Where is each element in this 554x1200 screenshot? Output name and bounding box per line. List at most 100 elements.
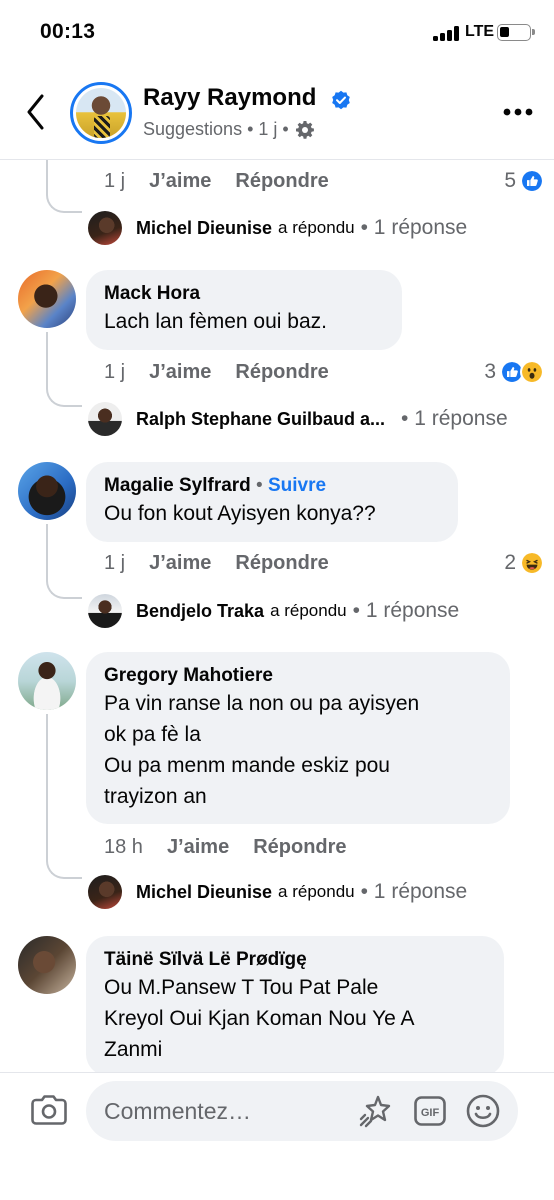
reply-preview[interactable]: Michel Dieunise a répondu • 1 réponse — [88, 210, 467, 246]
comment-header: Magalie Sylfrard • Suivre — [104, 474, 440, 498]
comments-feed[interactable]: 1 j J’aime Répondre 5 Michel Dieunise a … — [0, 160, 554, 1072]
name-separator: • — [250, 475, 268, 496]
gear-icon — [295, 120, 314, 139]
battery-icon — [497, 24, 535, 41]
reply-count: • 1 réponse — [401, 407, 508, 430]
comment-text-line: Kreyol Oui Kjan Koman Nou Ye A — [104, 1007, 415, 1030]
comment-item: Mack Hora Lach lan fèmen oui baz. 1 j J’… — [0, 270, 554, 440]
thread-connector — [46, 714, 82, 879]
comment-bubble[interactable]: Täinë Sïlvä Lë Prødïgę Ou M.Pansew T Tou… — [86, 936, 504, 1072]
reply-author: Michel Dieunise — [136, 217, 273, 238]
comment-text-line: ok pa fè la — [104, 723, 201, 746]
reply-count: • 1 réponse — [360, 880, 468, 903]
comment-time: 1 j — [104, 169, 126, 192]
reply-button[interactable]: Répondre — [235, 552, 328, 575]
reply-preview[interactable]: Bendjelo Traka a répondu • 1 réponse — [88, 593, 459, 629]
like-button[interactable]: J’aime — [149, 552, 211, 575]
thread-connector — [46, 160, 82, 213]
thread-connector — [46, 524, 82, 599]
post-subtitle: Suggestions • 1 j • — [143, 119, 315, 140]
reply-avatar — [88, 402, 122, 436]
network-label: LTE — [465, 23, 495, 40]
reply-action-text: a répondu — [278, 882, 355, 901]
comment-text: Ou fon kout Ayisyen konya?? — [104, 502, 376, 525]
comment-time: 1 j — [104, 360, 126, 383]
haha-reaction-icon — [520, 551, 544, 575]
commenter-name[interactable]: Magalie Sylfrard — [104, 475, 251, 496]
post-meta-text: Suggestions • 1 j • — [143, 119, 289, 139]
comment-text: Lach lan fèmen oui baz. — [104, 310, 327, 333]
reply-count: • 1 réponse — [360, 216, 468, 239]
reply-button[interactable]: Répondre — [235, 170, 328, 193]
wow-reaction-icon — [520, 360, 544, 384]
verified-badge-icon — [332, 90, 350, 110]
back-arrow-icon[interactable] — [24, 92, 48, 132]
reaction-summary[interactable]: 5 — [504, 166, 544, 196]
svg-text:GIF: GIF — [421, 1107, 440, 1119]
reaction-count: 5 — [504, 169, 516, 192]
reaction-summary[interactable]: 2 — [504, 548, 544, 578]
comment-composer: Commentez… GIF — [0, 1072, 554, 1200]
reply-button[interactable]: Répondre — [235, 361, 328, 384]
like-button[interactable]: J’aime — [149, 170, 211, 193]
comment-input[interactable]: Commentez… GIF — [86, 1081, 518, 1141]
comment-item: Täinë Sïlvä Lë Prødïgę Ou M.Pansew T Tou… — [0, 936, 554, 1072]
reply-preview[interactable]: Ralph Stephane Guilbaud a... • 1 réponse — [88, 401, 508, 437]
reply-avatar — [88, 594, 122, 628]
comment-bubble[interactable]: Mack Hora Lach lan fèmen oui baz. — [86, 270, 402, 350]
reaction-count: 3 — [484, 360, 496, 383]
comment-actions: 1 j J’aime Répondre — [104, 548, 329, 578]
emoji-icon[interactable] — [466, 1094, 500, 1128]
status-time: 00:13 — [40, 20, 96, 43]
reply-action-text: a répondu — [278, 218, 355, 237]
reply-preview[interactable]: Michel Dieunise a répondu • 1 réponse — [88, 874, 467, 910]
commenter-avatar[interactable] — [18, 652, 76, 710]
comment-time: 18 h — [104, 835, 143, 858]
comment-actions: 18 h J’aime Répondre — [104, 832, 347, 862]
status-bar: 00:13 LTE — [0, 0, 554, 64]
commenter-name[interactable]: Täinë Sïlvä Lë Prødïgę — [104, 948, 486, 972]
commenter-name[interactable]: Gregory Mahotiere — [104, 664, 492, 688]
thread-connector — [46, 332, 82, 407]
reply-author: Ralph Stephane Guilbaud a... — [136, 408, 386, 429]
reply-author: Bendjelo Traka — [136, 600, 265, 621]
reply-avatar — [88, 211, 122, 245]
comment-text-line: Ou M.Pansew T Tou Pat Pale — [104, 976, 379, 999]
commenter-name[interactable]: Mack Hora — [104, 282, 384, 306]
like-button[interactable]: J’aime — [167, 836, 229, 859]
reaction-summary[interactable]: 3 — [484, 357, 544, 387]
reply-author: Michel Dieunise — [136, 881, 273, 902]
more-options-icon[interactable] — [503, 108, 533, 116]
author-name[interactable]: Rayy Raymond — [143, 84, 316, 112]
post-header: Rayy Raymond Suggestions • 1 j • — [0, 64, 554, 160]
like-button[interactable]: J’aime — [149, 361, 211, 384]
comment-text-line: trayizon an — [104, 785, 207, 808]
comment-actions: 1 j J’aime Répondre — [104, 166, 329, 196]
signal-icon — [433, 25, 461, 41]
comment-item: Gregory Mahotiere Pa vin ranse la non ou… — [0, 652, 554, 920]
camera-icon[interactable] — [31, 1095, 67, 1125]
comment-placeholder: Commentez… — [104, 1098, 251, 1124]
comment-bubble[interactable]: Magalie Sylfrard • Suivre Ou fon kout Ay… — [86, 462, 458, 542]
gif-icon[interactable]: GIF — [414, 1096, 446, 1126]
reply-avatar — [88, 875, 122, 909]
comment-time: 1 j — [104, 551, 126, 574]
comment-text-line: Ou pa menm mande eskiz pou — [104, 754, 390, 777]
sticker-icon[interactable] — [358, 1094, 394, 1128]
reply-button[interactable]: Répondre — [253, 836, 346, 859]
author-avatar[interactable] — [70, 82, 132, 144]
follow-button[interactable]: Suivre — [268, 475, 326, 496]
comment-bubble[interactable]: Gregory Mahotiere Pa vin ranse la non ou… — [86, 652, 510, 824]
reply-action-text: a répondu — [270, 601, 347, 620]
commenter-avatar[interactable] — [18, 462, 76, 520]
comment-item: Magalie Sylfrard • Suivre Ou fon kout Ay… — [0, 462, 554, 632]
like-reaction-icon — [520, 169, 544, 193]
reaction-count: 2 — [504, 551, 516, 574]
commenter-avatar[interactable] — [18, 936, 76, 994]
reply-count: • 1 réponse — [352, 599, 460, 622]
comment-item: 1 j J’aime Répondre 5 Michel Dieunise a … — [0, 160, 554, 250]
commenter-avatar[interactable] — [18, 270, 76, 328]
comment-text-line: Pa vin ranse la non ou pa ayisyen — [104, 692, 420, 715]
comment-text-line: Zanmi — [104, 1038, 163, 1061]
comment-actions: 1 j J’aime Répondre — [104, 357, 329, 387]
